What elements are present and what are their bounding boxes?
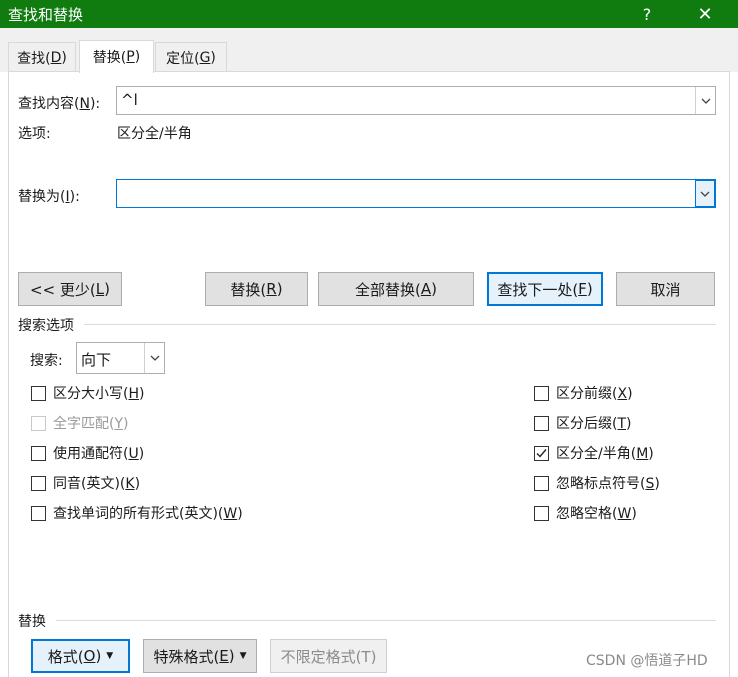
checkbox-box[interactable] — [534, 415, 549, 431]
sounds-like-checkbox[interactable]: 同音(英文)(K) — [31, 473, 140, 493]
replace-all-button[interactable]: 全部替换(A) — [318, 272, 474, 306]
search-direction-select[interactable]: 向下 — [76, 342, 165, 374]
match-prefix-checkbox[interactable]: 区分前缀(X) — [534, 383, 633, 403]
tab-strip: 查找(D) 替换(P) 定位(G) — [0, 28, 738, 73]
options-label: 选项: — [18, 126, 51, 142]
tab-goto[interactable]: 定位(G) — [155, 42, 227, 72]
checkbox-box[interactable] — [31, 475, 46, 491]
replace-button[interactable]: 替换(R) — [205, 272, 308, 306]
close-button[interactable]: ✕ — [682, 0, 728, 28]
replace-dropdown-button[interactable] — [695, 180, 715, 207]
match-width-checkbox[interactable]: 区分全/半角(M) — [534, 443, 654, 463]
match-case-checkbox[interactable]: 区分大小写(H) — [31, 383, 144, 403]
tab-find[interactable]: 查找(D) — [8, 42, 76, 72]
checkbox-box[interactable] — [31, 445, 46, 461]
window-title: 查找和替换 — [8, 6, 84, 24]
ignore-whitespace-checkbox[interactable]: 忽略空格(W) — [534, 503, 637, 523]
checkbox-box[interactable] — [534, 445, 549, 461]
caret-down-icon: ▼ — [239, 651, 247, 661]
help-icon: ? — [642, 4, 652, 24]
format-button[interactable]: 格式(O) ▼ — [31, 639, 130, 673]
chevron-down-icon — [700, 191, 710, 197]
replace-label: 替换为(I): — [18, 189, 80, 205]
direction-dropdown-button[interactable] — [144, 343, 164, 373]
less-button[interactable]: << 更少(L) — [18, 272, 122, 306]
caret-down-icon: ▼ — [106, 651, 114, 661]
replace-group-heading: 替换 — [18, 614, 46, 630]
ignore-punctuation-checkbox[interactable]: 忽略标点符号(S) — [534, 473, 660, 493]
checkbox-box[interactable] — [534, 475, 549, 491]
special-format-button[interactable]: 特殊格式(E) ▼ — [143, 639, 257, 673]
checkbox-box — [31, 415, 46, 431]
chevron-down-icon — [701, 98, 710, 104]
group-divider — [84, 324, 716, 325]
watermark: CSDN @悟道子HD — [586, 653, 708, 669]
tab-replace[interactable]: 替换(P) — [79, 40, 154, 73]
whole-word-checkbox: 全字匹配(Y) — [31, 413, 129, 433]
match-suffix-checkbox[interactable]: 区分后缀(T) — [534, 413, 632, 433]
checkbox-box[interactable] — [31, 385, 46, 401]
help-button[interactable]: ? — [624, 0, 670, 28]
search-options-heading: 搜索选项 — [18, 318, 74, 334]
checkbox-box[interactable] — [534, 385, 549, 401]
no-formatting-button: 不限定格式(T) — [270, 639, 387, 673]
checkbox-box[interactable] — [31, 505, 46, 521]
search-direction-label: 搜索: — [30, 353, 63, 369]
group-divider — [56, 620, 716, 621]
find-label: 查找内容(N): — [18, 96, 101, 112]
checkmark-icon — [536, 448, 547, 458]
find-input[interactable]: ^l — [116, 86, 716, 115]
checkbox-box[interactable] — [534, 505, 549, 521]
title-bar: 查找和替换 ? ✕ — [0, 0, 738, 28]
wildcards-checkbox[interactable]: 使用通配符(U) — [31, 443, 144, 463]
replace-panel — [8, 71, 730, 677]
replace-input[interactable] — [116, 179, 716, 208]
all-word-forms-checkbox[interactable]: 查找单词的所有形式(英文)(W) — [31, 503, 243, 523]
options-value: 区分全/半角 — [117, 126, 192, 142]
close-icon: ✕ — [697, 3, 713, 25]
find-value: ^l — [121, 91, 138, 109]
find-dropdown-button[interactable] — [695, 87, 715, 114]
chevron-down-icon — [150, 355, 159, 361]
search-direction-value: 向下 — [81, 351, 112, 369]
find-next-button[interactable]: 查找下一处(F) — [487, 272, 603, 306]
cancel-button[interactable]: 取消 — [616, 272, 715, 306]
